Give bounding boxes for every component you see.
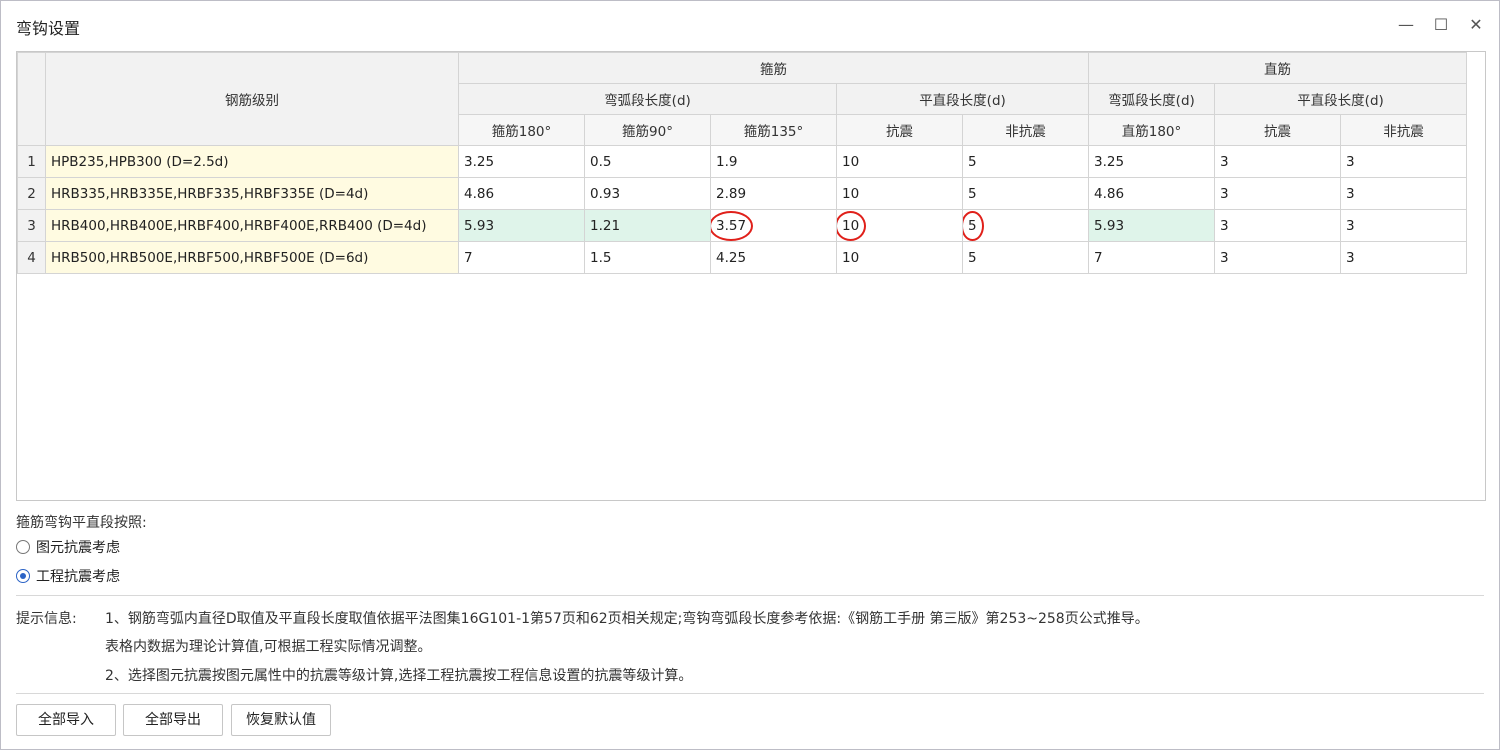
cell-seismic2[interactable]: 3 <box>1214 209 1341 242</box>
cell-nonseismic2[interactable]: 3 <box>1340 241 1467 274</box>
table-row[interactable]: 1 HPB235,HPB300 (D=2.5d) 3.25 0.5 1.9 10… <box>17 145 1467 178</box>
row-number[interactable]: 3 <box>17 209 46 242</box>
cell-c135[interactable]: 2.89 <box>710 177 837 210</box>
radio-label[interactable]: 工程抗震考虑 <box>36 566 120 586</box>
hint-label: 提示信息: <box>16 611 77 627</box>
dialog-title: 弯钩设置 <box>16 19 81 38</box>
header-c135[interactable]: 箍筋135° <box>710 114 837 146</box>
table-row[interactable]: 4 HRB500,HRB500E,HRBF500,HRBF500E (D=6d)… <box>17 241 1467 274</box>
radio-element-seismic[interactable]: 图元抗震考虑 <box>16 536 120 558</box>
cell-c90[interactable]: 1.21 <box>584 209 711 242</box>
cell-seismic[interactable]: 10 <box>836 145 963 178</box>
cell-straight180[interactable]: 4.86 <box>1088 177 1215 210</box>
cell-nonseismic2[interactable]: 3 <box>1340 145 1467 178</box>
cell-c180[interactable]: 3.25 <box>458 145 585 178</box>
export-all-button[interactable]: 全部导出 <box>123 704 223 736</box>
header-seismic2[interactable]: 抗震 <box>1214 114 1341 146</box>
hint-line-2: 表格内数据为理论计算值,可根据工程实际情况调整。 <box>105 639 432 655</box>
radio-label[interactable]: 图元抗震考虑 <box>36 537 120 557</box>
grade-cell[interactable]: HRB400,HRB400E,HRBF400,HRBF400E,RRB400 (… <box>45 209 459 242</box>
cell-c90[interactable]: 0.93 <box>584 177 711 210</box>
cell-c180[interactable]: 4.86 <box>458 177 585 210</box>
header-c180[interactable]: 箍筋180° <box>458 114 585 146</box>
hook-settings-dialog: 弯钩设置 — ☐ ✕ 钢筋级别 箍筋 直筋 弯弧段长度(d) 平直段长度(d) … <box>0 0 1500 750</box>
title-bar[interactable]: 弯钩设置 — ☐ ✕ <box>1 1 1499 49</box>
table-row-selected[interactable]: 3 HRB400,HRB400E,HRBF400,HRBF400E,RRB400… <box>17 209 1467 242</box>
radio-button-checked[interactable] <box>16 569 30 583</box>
header-nonseismic[interactable]: 非抗震 <box>962 114 1089 146</box>
grade-cell[interactable]: HPB235,HPB300 (D=2.5d) <box>45 145 459 178</box>
header-c90[interactable]: 箍筋90° <box>584 114 711 146</box>
grade-cell[interactable]: HRB500,HRB500E,HRBF500,HRBF500E (D=6d) <box>45 241 459 274</box>
divider <box>16 595 1484 596</box>
circled-value: 3.57 <box>711 210 754 241</box>
cell-nonseismic2[interactable]: 3 <box>1340 177 1467 210</box>
cell-c90[interactable]: 0.5 <box>584 145 711 178</box>
header-straight-arc: 弯弧段长度(d) <box>1088 83 1215 115</box>
restore-default-button[interactable]: 恢复默认值 <box>231 704 331 736</box>
cell-c135[interactable]: 4.25 <box>710 241 837 274</box>
cell-c180[interactable]: 7 <box>458 241 585 274</box>
cell-straight180[interactable]: 5.93 <box>1088 209 1215 242</box>
cell-c135[interactable]: 1.9 <box>710 145 837 178</box>
row-number[interactable]: 4 <box>17 241 46 274</box>
table-row[interactable]: 2 HRB335,HRB335E,HRBF335,HRBF335E (D=4d)… <box>17 177 1467 210</box>
circled-value: 10 <box>837 210 867 241</box>
cell-nonseismic[interactable]: 5 <box>962 209 1089 242</box>
hint-line-1: 1、钢筋弯弧内直径D取值及平直段长度取值依据平法图集16G101-1第57页和6… <box>105 611 1149 627</box>
cell-c90[interactable]: 1.5 <box>584 241 711 274</box>
cell-c135[interactable]: 3.57 <box>710 209 837 242</box>
cell-nonseismic[interactable]: 5 <box>962 177 1089 210</box>
cell-seismic2[interactable]: 3 <box>1214 145 1341 178</box>
hint-line-3: 2、选择图元抗震按图元属性中的抗震等级计算,选择工程抗震按工程信息设置的抗震等级… <box>105 668 693 684</box>
header-stirrup-group: 箍筋 <box>458 52 1089 84</box>
header-seismic[interactable]: 抗震 <box>836 114 963 146</box>
header-stirrup-flat: 平直段长度(d) <box>836 83 1089 115</box>
header-stirrup-arc: 弯弧段长度(d) <box>458 83 837 115</box>
header-straight-flat: 平直段长度(d) <box>1214 83 1467 115</box>
flat-segment-option-label: 箍筋弯钩平直段按照: <box>16 515 147 531</box>
cell-seismic[interactable]: 10 <box>836 241 963 274</box>
header-grade[interactable]: 钢筋级别 <box>45 52 459 146</box>
hook-table: 钢筋级别 箍筋 直筋 弯弧段长度(d) 平直段长度(d) 弯弧段长度(d) 平直… <box>17 52 1467 274</box>
corner-header <box>17 52 46 146</box>
grade-cell[interactable]: HRB335,HRB335E,HRBF335,HRBF335E (D=4d) <box>45 177 459 210</box>
minimize-button[interactable]: — <box>1394 13 1418 37</box>
circled-value: 5 <box>963 210 983 241</box>
cell-seismic2[interactable]: 3 <box>1214 177 1341 210</box>
cell-nonseismic2[interactable]: 3 <box>1340 209 1467 242</box>
maximize-button[interactable]: ☐ <box>1429 13 1453 37</box>
radio-button[interactable] <box>16 540 30 554</box>
divider <box>16 693 1484 694</box>
header-nonseismic2[interactable]: 非抗震 <box>1340 114 1467 146</box>
cell-seismic2[interactable]: 3 <box>1214 241 1341 274</box>
cell-seismic[interactable]: 10 <box>836 209 963 242</box>
cell-nonseismic[interactable]: 5 <box>962 241 1089 274</box>
row-number[interactable]: 2 <box>17 177 46 210</box>
header-straight-group: 直筋 <box>1088 52 1467 84</box>
cell-seismic[interactable]: 10 <box>836 177 963 210</box>
row-number[interactable]: 1 <box>17 145 46 178</box>
radio-project-seismic[interactable]: 工程抗震考虑 <box>16 565 120 587</box>
cell-straight180[interactable]: 7 <box>1088 241 1215 274</box>
cell-c180[interactable]: 5.93 <box>458 209 585 242</box>
hook-settings-grid[interactable]: 钢筋级别 箍筋 直筋 弯弧段长度(d) 平直段长度(d) 弯弧段长度(d) 平直… <box>16 51 1486 501</box>
import-all-button[interactable]: 全部导入 <box>16 704 116 736</box>
cell-straight180[interactable]: 3.25 <box>1088 145 1215 178</box>
header-straight180[interactable]: 直筋180° <box>1088 114 1215 146</box>
cell-nonseismic[interactable]: 5 <box>962 145 1089 178</box>
close-button[interactable]: ✕ <box>1464 13 1488 37</box>
